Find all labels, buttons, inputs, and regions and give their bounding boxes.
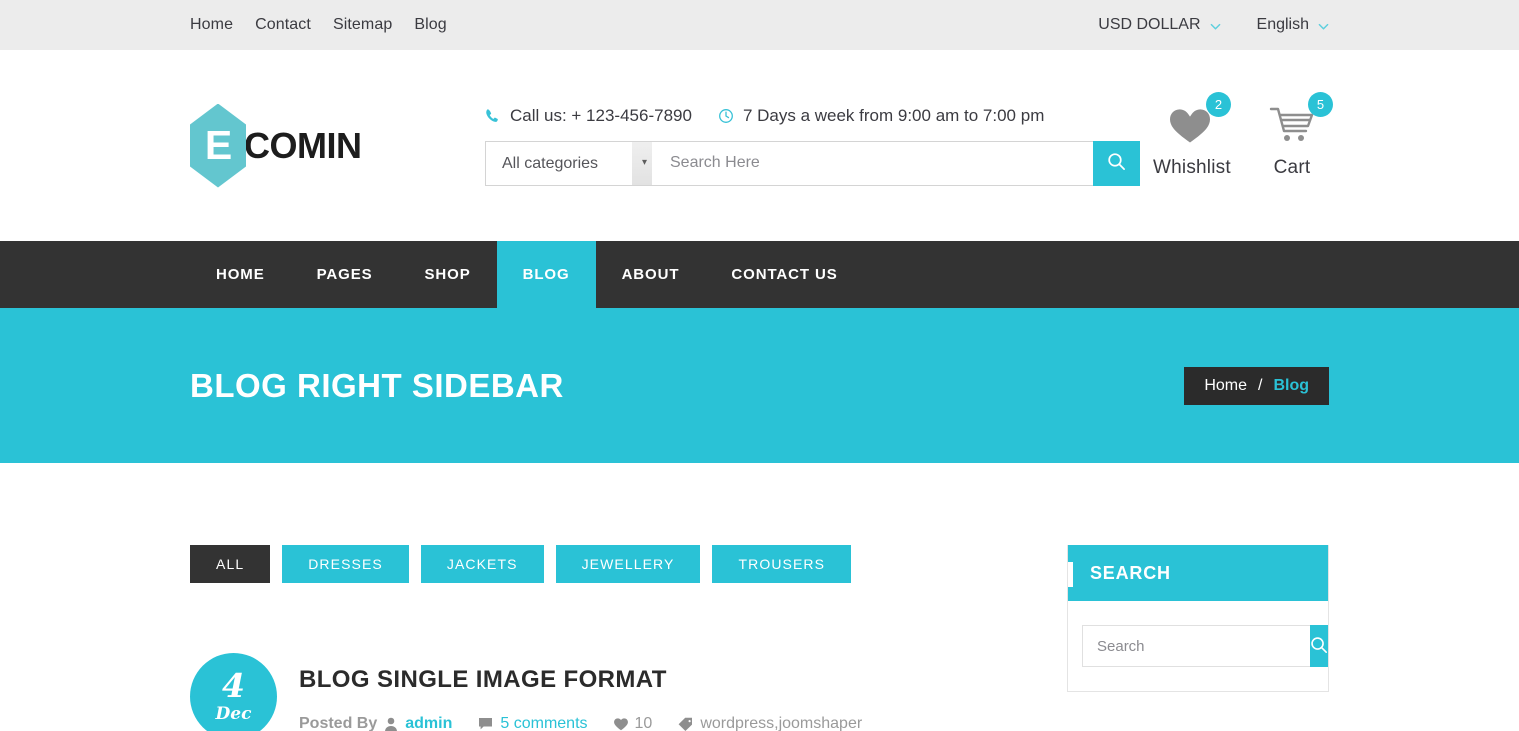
page-title: BLOG RIGHT SIDEBAR: [190, 366, 564, 404]
search-widget-header: SEARCH: [1068, 545, 1328, 601]
site-header: E COMIN Call us: + 123-456-7890 7 Days a…: [0, 50, 1519, 241]
header-search-bar: All categories ▾: [485, 140, 1140, 186]
sidebar-search-input[interactable]: [1082, 625, 1310, 667]
phone-info: Call us: + 123-456-7890: [485, 106, 692, 126]
blog-post: 4 Dec BLOG SINGLE IMAGE FORMAT Posted By…: [190, 653, 1030, 731]
comment-icon: [478, 717, 493, 731]
top-bar-links: Home Contact Sitemap Blog: [190, 16, 447, 34]
language-label: English: [1256, 16, 1309, 33]
phone-icon: [485, 108, 501, 124]
post-date-day: 4: [222, 666, 245, 705]
cart-label: Cart: [1273, 157, 1311, 178]
heart-icon: [613, 717, 628, 731]
topbar-link-contact[interactable]: Contact: [255, 16, 311, 34]
hours-info: 7 Days a week from 9:00 am to 7:00 pm: [718, 106, 1044, 126]
top-bar: Home Contact Sitemap Blog USD DOLLAR Eng…: [0, 0, 1519, 50]
header-actions: 2 Whishlist 5 Cart: [1153, 92, 1333, 189]
chevron-down-icon: [1210, 21, 1221, 32]
nav-item-home[interactable]: HOME: [190, 241, 291, 308]
post-tags-text[interactable]: wordpress,joomshaper: [700, 715, 862, 731]
search-widget-title: SEARCH: [1090, 562, 1171, 583]
header-center: Call us: + 123-456-7890 7 Days a week fr…: [475, 106, 1153, 186]
topbar-link-sitemap[interactable]: Sitemap: [333, 16, 392, 34]
post-likes-count: 10: [634, 715, 653, 731]
post-meta: Posted By admin 5 comments 10 wordpress,…: [299, 715, 862, 731]
post-author: Posted By admin: [299, 715, 452, 731]
filter-dresses[interactable]: DRESSES: [282, 545, 409, 583]
blog-column: ALL DRESSES JACKETS JEWELLERY TROUSERS 4…: [190, 545, 1030, 731]
nav-item-blog[interactable]: BLOG: [496, 241, 596, 308]
contact-info: Call us: + 123-456-7890 7 Days a week fr…: [485, 106, 1153, 126]
post-title[interactable]: BLOG SINGLE IMAGE FORMAT: [299, 666, 862, 694]
post-date-month: Dec: [215, 704, 252, 724]
post-body: BLOG SINGLE IMAGE FORMAT Posted By admin: [277, 653, 862, 731]
nav-item-pages[interactable]: PAGES: [291, 241, 399, 308]
nav-item-shop[interactable]: SHOP: [399, 241, 497, 308]
filter-jewellery[interactable]: JEWELLERY: [555, 545, 701, 583]
hours-text: 7 Days a week from 9:00 am to 7:00 pm: [742, 105, 1045, 125]
topbar-link-blog[interactable]: Blog: [414, 16, 446, 34]
currency-label: USD DOLLAR: [1098, 16, 1201, 33]
post-date-badge: 4 Dec: [190, 653, 277, 731]
post-tags: wordpress,joomshaper: [678, 715, 862, 731]
breadcrumb: Home / Blog: [1184, 366, 1329, 405]
currency-selector[interactable]: USD DOLLAR: [1098, 16, 1220, 34]
wishlist-button[interactable]: 2 Whishlist: [1153, 92, 1231, 179]
chevron-down-icon: [1318, 21, 1329, 32]
cart-badge: 5: [1308, 92, 1333, 117]
language-selector[interactable]: English: [1257, 16, 1329, 34]
header-search-input[interactable]: [652, 140, 1093, 186]
logo-hexagon-icon: E: [190, 103, 246, 188]
site-logo[interactable]: E COMIN: [190, 103, 475, 188]
heart-icon: 2: [1153, 92, 1231, 148]
search-widget-body: [1068, 601, 1328, 691]
filter-all[interactable]: ALL: [190, 545, 271, 583]
main-navigation: HOME PAGES SHOP BLOG ABOUT CONTACT US: [0, 241, 1519, 308]
page-banner: BLOG RIGHT SIDEBAR Home / Blog: [0, 308, 1519, 463]
post-likes: 10: [613, 715, 653, 731]
breadcrumb-current: Blog: [1273, 376, 1309, 394]
widget-notch-decoration: [1068, 562, 1073, 587]
wishlist-label: Whishlist: [1153, 157, 1231, 178]
logo-wordmark: COMIN: [244, 124, 362, 166]
search-widget: SEARCH: [1067, 545, 1329, 692]
sidebar: SEARCH: [1067, 545, 1329, 692]
breadcrumb-separator: /: [1258, 376, 1263, 394]
nav-item-contact-us[interactable]: CONTACT US: [705, 241, 863, 308]
nav-item-about[interactable]: ABOUT: [596, 241, 706, 308]
header-search-button[interactable]: [1093, 140, 1140, 186]
cart-icon: 5: [1255, 92, 1333, 148]
category-filter-bar: ALL DRESSES JACKETS JEWELLERY TROUSERS: [190, 545, 1030, 583]
search-icon: [1107, 152, 1126, 174]
category-select[interactable]: All categories: [485, 140, 652, 186]
tag-icon: [678, 717, 693, 731]
post-comments: 5 comments: [478, 715, 588, 731]
page-content: ALL DRESSES JACKETS JEWELLERY TROUSERS 4…: [0, 463, 1519, 731]
category-select-wrapper: All categories ▾: [485, 140, 652, 186]
cart-button[interactable]: 5 Cart: [1255, 92, 1333, 179]
post-comments-count[interactable]: 5 comments: [500, 715, 587, 731]
clock-icon: [718, 108, 734, 124]
phone-text: Call us: + 123-456-7890: [510, 105, 692, 125]
search-icon: [1310, 636, 1328, 657]
logo-mark: E: [204, 122, 232, 168]
filter-trousers[interactable]: TROUSERS: [712, 545, 852, 583]
wishlist-badge: 2: [1206, 92, 1231, 117]
breadcrumb-home[interactable]: Home: [1204, 377, 1247, 395]
topbar-link-home[interactable]: Home: [190, 16, 233, 34]
posted-by-label: Posted By: [299, 715, 378, 731]
top-bar-selectors: USD DOLLAR English: [1098, 16, 1329, 34]
filter-jackets[interactable]: JACKETS: [420, 545, 544, 583]
sidebar-search-form: [1082, 625, 1328, 667]
post-author-name[interactable]: admin: [405, 715, 452, 731]
sidebar-search-button[interactable]: [1310, 625, 1328, 667]
user-icon: [384, 717, 398, 731]
